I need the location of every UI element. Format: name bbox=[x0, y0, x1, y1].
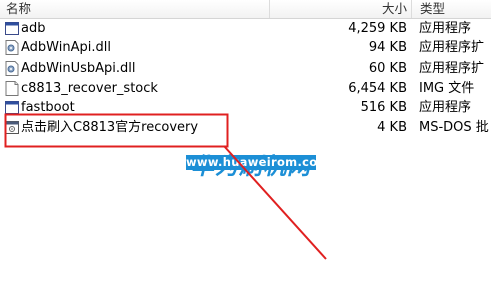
pointer-line bbox=[223, 145, 327, 260]
annotation-overlay bbox=[4, 113, 327, 260]
highlight-box bbox=[4, 113, 229, 148]
